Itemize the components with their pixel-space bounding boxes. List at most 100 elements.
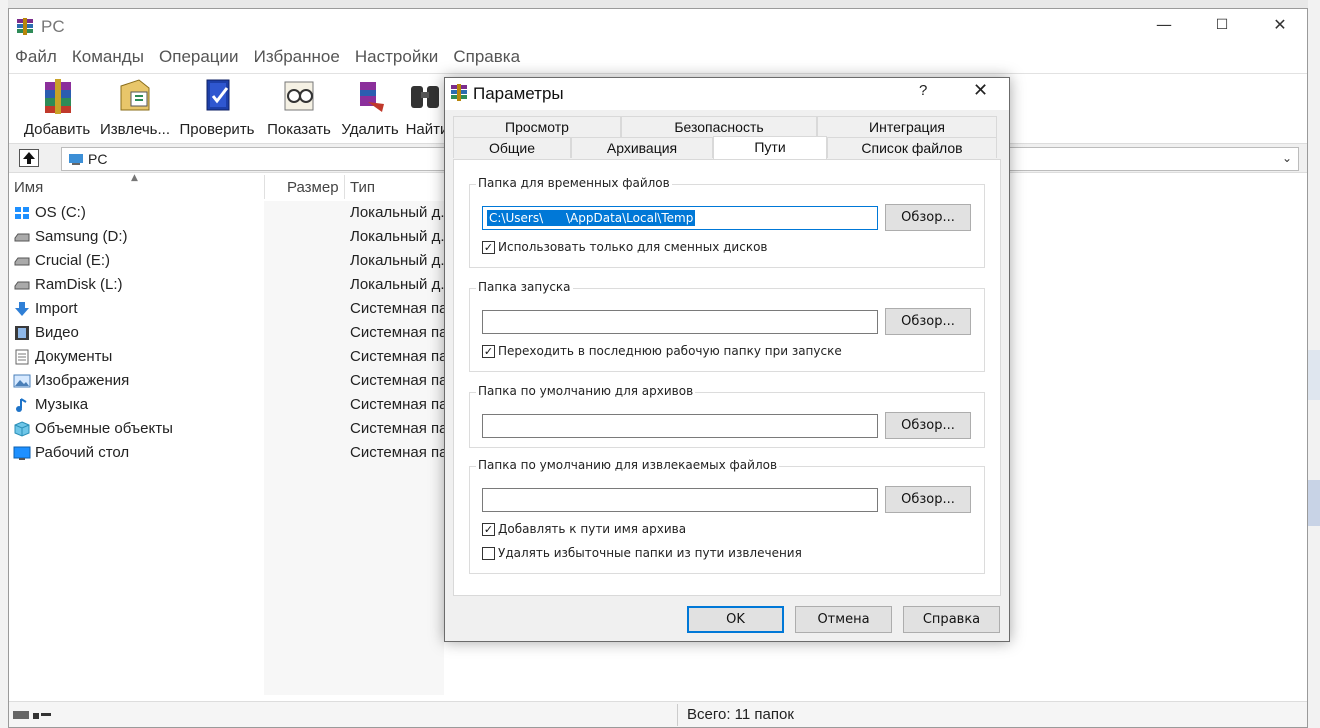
list-item[interactable]: Музыка Системная папка [9,393,449,417]
view-icon [284,81,314,111]
up-arrow-icon [23,152,35,164]
drive-status-icon [13,711,51,719]
temp-folder-label: Папка для временных файлов [476,176,672,190]
view-button[interactable]: Показать [265,76,333,138]
close-icon[interactable]: ✕ [973,80,988,101]
menu-file[interactable]: Файл [11,47,61,67]
menu-bar: Файл Команды Операции Избранное Настройк… [9,47,1307,71]
checkbox-unchecked-icon [482,547,495,560]
tab-view[interactable]: Просмотр [453,116,621,137]
list-item[interactable]: Crucial (E:) Локальный д... [9,249,449,273]
remove-redundant-folders-checkbox[interactable]: Удалять избыточные папки из пути извлече… [482,546,822,562]
winrar-app-icon [17,18,33,35]
menu-commands[interactable]: Команды [68,47,148,67]
last-folder-checkbox[interactable]: ✓ Переходить в последнюю рабочую папку п… [482,344,842,360]
cancel-button[interactable]: Отмена [795,606,892,633]
list-item[interactable]: Изображения Системная папка [9,369,449,393]
tab-compression[interactable]: Архивация [571,137,713,158]
pictures-icon [13,374,31,388]
sort-ascending-icon: ▲ [131,173,138,183]
list-item[interactable]: OS (C:) Локальный д... [9,201,449,225]
background-windows-strip [0,0,1320,8]
menu-favorites[interactable]: Избранное [250,47,344,67]
archives-browse-button[interactable]: Обзор... [885,412,971,439]
add-label: Добавить [23,121,91,138]
settings-dialog: Параметры ? ✕ Просмотр Безопасность Инте… [444,77,1010,642]
view-label: Показать [267,121,331,138]
chevron-down-icon[interactable]: ⌄ [1282,151,1292,165]
column-header-type[interactable]: Тип [345,177,445,199]
tab-general[interactable]: Общие [453,137,571,158]
maximize-button[interactable]: ☐ [1199,9,1245,41]
window-title: PC [41,17,65,36]
find-icon [411,86,439,108]
column-separator[interactable] [264,175,265,199]
address-text: PC [88,151,108,167]
temp-folder-group: Папка для временных файлов C:\Users\ \Ap… [469,176,985,268]
menu-help[interactable]: Справка [449,47,524,67]
background-right-edge [1308,0,1320,728]
startup-folder-input[interactable] [482,310,878,334]
list-item[interactable]: Документы Системная папка [9,345,449,369]
list-item[interactable]: Объемные объекты Системная папка [9,417,449,441]
archives-folder-group: Папка по умолчанию для архивов Обзор... [469,384,985,448]
computer-icon [69,154,83,165]
up-folder-button[interactable] [19,149,39,167]
delete-button[interactable]: Удалить [339,76,401,138]
menu-settings[interactable]: Настройки [351,47,442,67]
tab-paths[interactable]: Пути [713,136,827,159]
tab-file-list[interactable]: Список файлов [827,137,997,158]
help-icon[interactable]: ? [919,82,927,99]
list-item[interactable]: Рабочий стол Системная папка [9,441,449,465]
extract-label: Извлечь... [99,121,170,138]
tab-security[interactable]: Безопасность [621,116,817,137]
delete-label: Удалить [341,121,399,138]
music-icon [16,398,27,412]
column-header-size[interactable]: Размер [282,177,342,199]
list-item[interactable]: RamDisk (L:) Локальный д... [9,273,449,297]
drive-icon [14,281,30,290]
documents-icon [15,349,29,365]
extract-folder-input[interactable] [482,488,878,512]
test-icon [206,79,230,111]
test-button[interactable]: Проверить [177,76,257,138]
temp-folder-value: C:\Users\ \AppData\Local\Temp [487,210,696,226]
ok-button[interactable]: OK [687,606,784,633]
find-button[interactable]: Найти [405,76,449,138]
delete-icon [360,82,384,112]
winrar-app-icon [451,84,467,101]
list-item[interactable]: Samsung (D:) Локальный д... [9,225,449,249]
checkbox-checked-icon: ✓ [482,523,495,536]
checkbox-checked-icon: ✓ [482,345,495,358]
test-label: Проверить [179,121,255,138]
archives-folder-label: Папка по умолчанию для архивов [476,384,696,398]
tab-integration[interactable]: Интеграция [817,116,997,137]
extract-folder-group: Папка по умолчанию для извлекаемых файло… [469,458,985,574]
title-bar: PC — ☐ ✕ [9,9,1307,45]
extract-button[interactable]: Извлечь... [97,76,173,138]
drive-icon [14,233,30,242]
find-label: Найти [405,121,449,138]
drive-icon [14,257,30,266]
3d-objects-icon [14,421,30,437]
add-archive-icon [45,79,71,114]
close-button[interactable]: ✕ [1257,9,1303,41]
temp-browse-button[interactable]: Обзор... [885,204,971,231]
archives-folder-input[interactable] [482,414,878,438]
menu-operations[interactable]: Операции [155,47,243,67]
temp-folder-input[interactable]: C:\Users\ \AppData\Local\Temp [482,206,878,230]
status-text: Всего: 11 папок [687,706,794,723]
windows-drive-icon [15,207,29,219]
add-button[interactable]: Добавить [21,76,93,138]
minimize-button[interactable]: — [1141,9,1187,41]
append-archive-name-checkbox[interactable]: ✓ Добавлять к пути имя архива [482,522,782,538]
startup-browse-button[interactable]: Обзор... [885,308,971,335]
checkbox-checked-icon: ✓ [482,241,495,254]
removable-only-checkbox[interactable]: ✓ Использовать только для сменных дисков [482,240,782,256]
extract-browse-button[interactable]: Обзор... [885,486,971,513]
background-left-edge [0,0,8,728]
help-button[interactable]: Справка [903,606,1000,633]
list-item[interactable]: Import Системная папка [9,297,449,321]
list-item[interactable]: Видео Системная папка [9,321,449,345]
desktop-icon [13,446,31,460]
